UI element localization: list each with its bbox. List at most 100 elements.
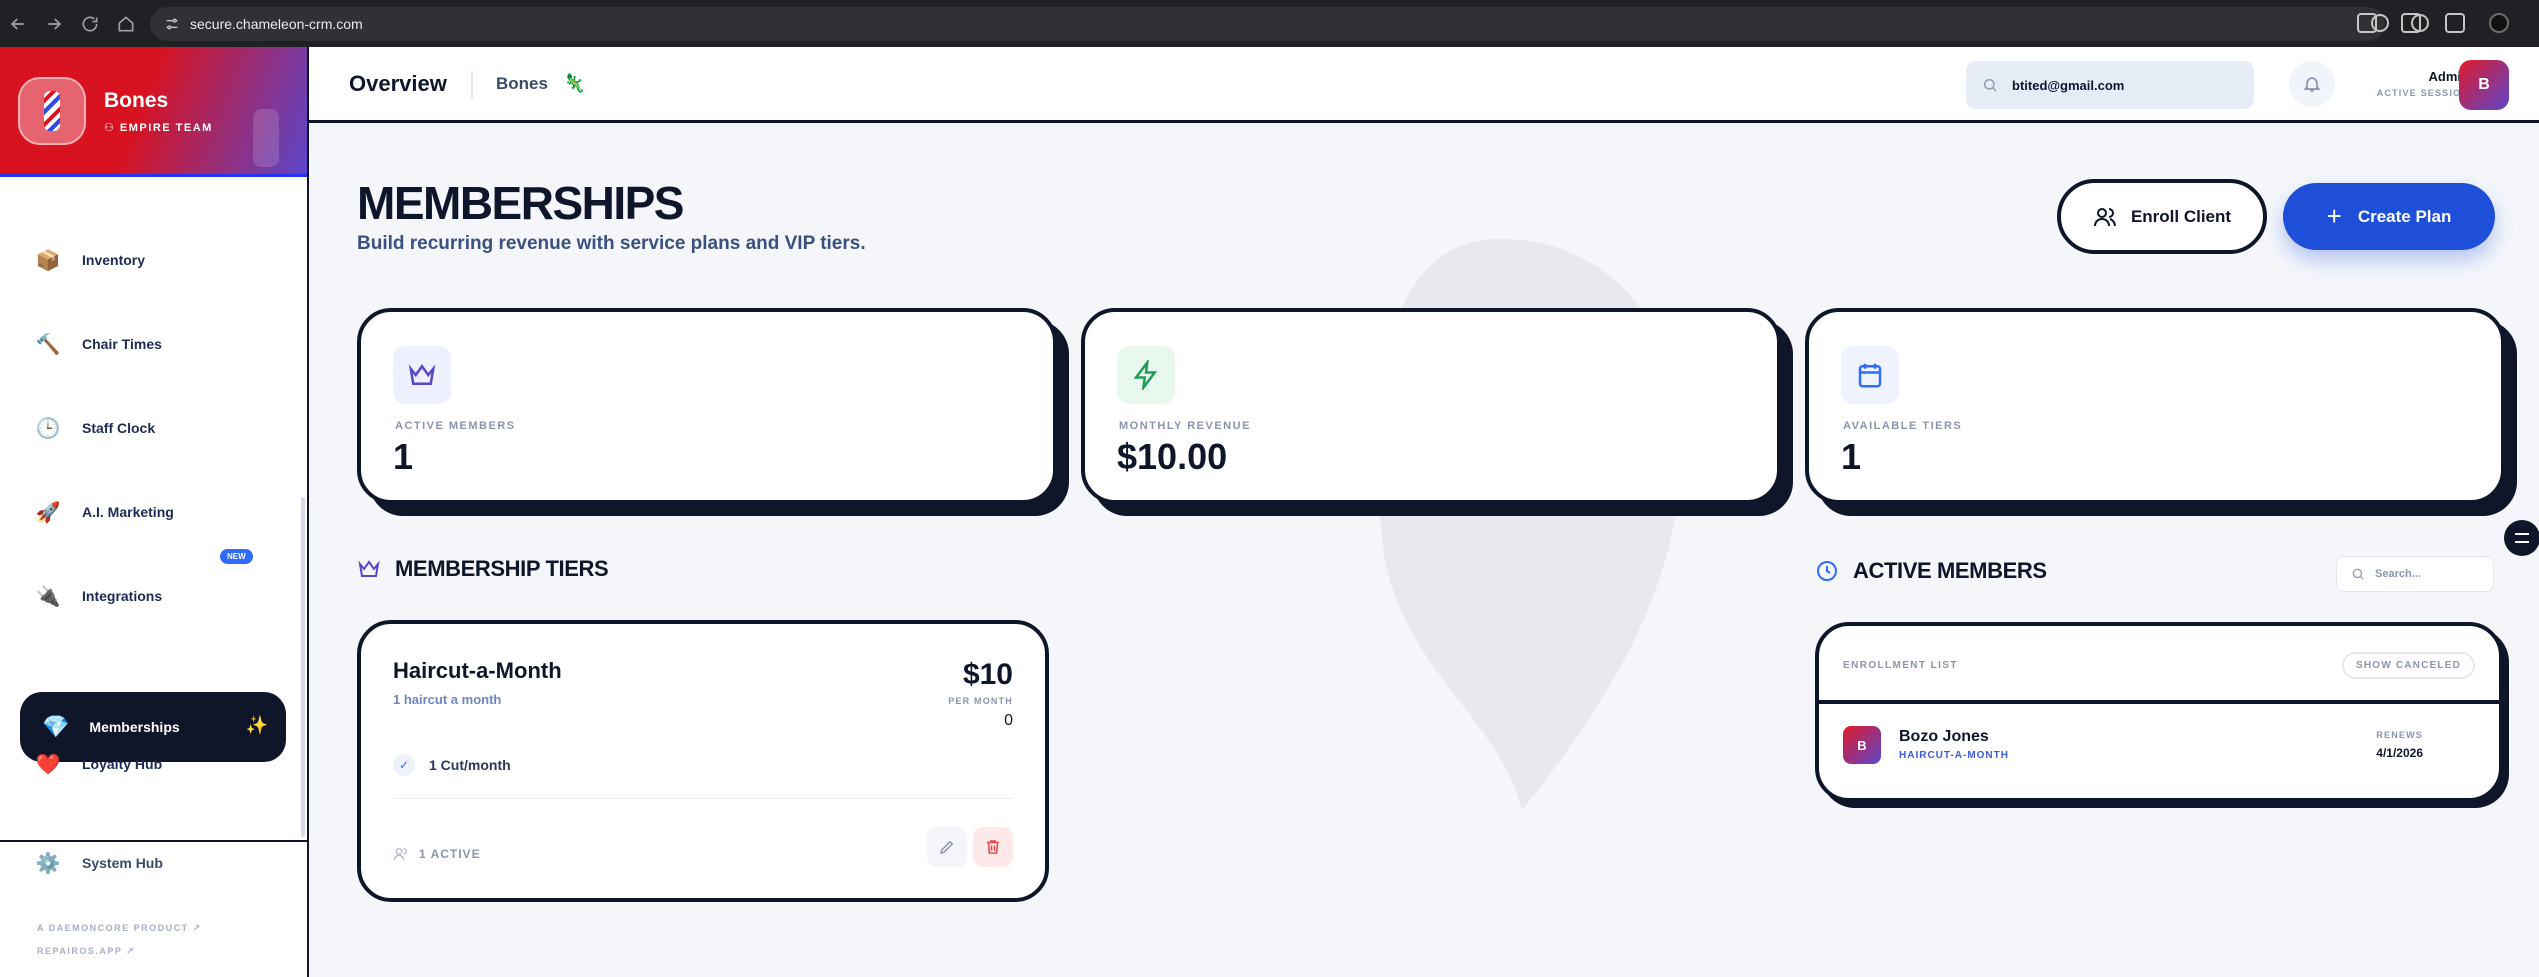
footer-product-link[interactable]: A DAEMONCORE PRODUCT ↗ [37,923,202,934]
stat-icon-box [393,346,451,404]
top-header: Overview Bones 🦎 btited@gmail.com Admin … [309,47,2539,123]
section-title: ACTIVE MEMBERS [1853,558,2047,583]
show-canceled-button[interactable]: SHOW CANCELED [2341,652,2475,679]
extensions-icon[interactable] [2357,13,2377,33]
create-plan-label: Create Plan [2357,206,2452,226]
delete-tier-button[interactable] [973,827,1013,867]
brand-header[interactable]: Bones ⚇ EMPIRE TEAM [0,47,307,177]
sidebar-item-ai-marketing[interactable]: 🚀 A.I. Marketing [34,494,174,530]
tier-active-count: 1 ACTIVE [393,846,481,862]
cast-icon[interactable] [2401,13,2421,33]
enrollment-list-card: ENROLLMENT LIST SHOW CANCELED B Bozo Jon… [1815,622,2503,802]
feature-label: 1 Cut/month [429,757,511,773]
bell-icon [2303,77,2321,92]
user-info: Admin ACTIVE SESSION [2349,69,2469,98]
users-icon [393,848,407,861]
search-icon [2352,568,2364,580]
clock-icon [1817,561,1837,581]
tier-name: Haircut-a-Month [393,658,562,683]
check-icon: ✓ [393,754,415,776]
stat-icon-box [1841,346,1899,404]
package-icon: 📦 [35,249,61,272]
renews-label: RENEWS [2376,730,2423,740]
active-count-label: 1 ACTIVE [419,847,481,861]
home-icon[interactable] [116,14,136,34]
floating-menu-button[interactable] [2504,520,2539,556]
enrollment-list-title: ENROLLMENT LIST [1843,660,1958,671]
tier-period: PER MONTH [948,696,1013,706]
tier-card[interactable]: Haircut-a-Month 1 haircut a month $10 PE… [357,620,1049,902]
stat-label: ACTIVE MEMBERS [395,420,516,432]
plug-icon: 🔌 [35,585,61,608]
tier-extra-value: 0 [1004,712,1013,729]
sidebar-item-chair-times[interactable]: 🔨 Chair Times [34,326,162,362]
sidebar-item-label: Loyalty Hub [82,756,163,772]
main-content: MEMBERSHIPS Build recurring revenue with… [309,126,2539,977]
search-input[interactable]: btited@gmail.com [1966,61,2254,109]
rocket-icon: 🚀 [35,501,61,524]
list-icon [2515,533,2529,543]
member-plan: HAIRCUT-A-MONTH [1899,750,2009,761]
users-icon [2093,207,2116,226]
sidebar-item-staff-clock[interactable]: 🕒 Staff Clock [34,410,156,446]
sidebar-item-loyalty-hub[interactable]: ❤️ Loyalty Hub [34,746,163,782]
notifications-button[interactable] [2289,61,2335,107]
user-status: ACTIVE SESSION [2376,88,2469,98]
shop-name: Bones [496,74,548,93]
stat-card-available-tiers: AVAILABLE TIERS 1 [1805,308,2505,504]
enrollment-list-header: ENROLLMENT LIST SHOW CANCELED [1819,626,2499,704]
forward-icon[interactable] [44,14,64,34]
page-title-overview[interactable]: Overview [349,71,447,97]
search-icon [1984,79,1997,92]
sidebar-item-inventory[interactable]: 📦 Inventory [34,242,145,278]
sidebar-item-label: A.I. Marketing [82,504,174,520]
stat-card-active-members: ACTIVE MEMBERS 1 [357,308,1057,504]
avatar[interactable]: B [2459,60,2509,110]
sidebar-item-label: System Hub [82,855,163,871]
enroll-client-button[interactable]: Enroll Client [2057,179,2267,254]
stat-value: $10.00 [1117,436,1228,477]
active-members-heading: ACTIVE MEMBERS [1815,558,2047,584]
stat-card-monthly-revenue: MONTHLY REVENUE $10.00 [1081,308,1781,504]
back-icon[interactable] [8,14,28,34]
sidebar: Bones ⚇ EMPIRE TEAM 📦 Inventory 🔨 Chair … [0,47,309,977]
footer-site-link[interactable]: REPAIROS.APP ↗ [37,946,135,957]
page-subheading: Build recurring revenue with service pla… [357,233,866,254]
gem-icon: 💎 [42,714,70,739]
brand-team: ⚇ EMPIRE TEAM [104,122,213,134]
edit-tier-button[interactable] [927,827,967,867]
list-item[interactable]: B Bozo Jones HAIRCUT-A-MONTH RENEWS 4/1/… [1819,704,2499,794]
brand-name: Bones [104,89,169,112]
member-name: Bozo Jones [1899,728,1989,745]
stat-label: MONTHLY REVENUE [1119,420,1251,432]
tier-description: 1 haircut a month [393,692,502,707]
hammer-icon: 🔨 [35,333,61,356]
search-placeholder: Search... [2375,568,2421,580]
profile-avatar-icon[interactable] [2489,13,2509,33]
tier-feature: ✓ 1 Cut/month [393,754,511,776]
url-text: secure.chameleon-crm.com [190,15,363,32]
sidebar-item-label: Integrations [82,588,163,604]
header-divider [471,71,473,99]
user-name: Admin [2428,69,2469,84]
gear-icon: ⚙️ [35,852,61,875]
sidebar-item-label: Chair Times [82,336,162,352]
download-icon[interactable] [2445,13,2465,33]
site-info-icon[interactable] [164,16,180,32]
sparkle-icon: ✨ [245,715,268,735]
sidebar-item-label: Inventory [82,252,146,268]
crown-icon [408,364,436,385]
pencil-icon [939,840,954,855]
clock-icon: 🕒 [35,417,61,440]
sidebar-scrollbar[interactable] [301,497,305,837]
create-plan-button[interactable]: + Create Plan [2283,183,2495,250]
membership-tiers-heading: MEMBERSHIP TIERS [357,556,609,582]
sidebar-item-integrations[interactable]: 🔌 Integrations [34,578,163,614]
barber-pole-logo [18,77,86,145]
sidebar-item-system-hub[interactable]: ⚙️ System Hub [34,845,163,881]
member-search-input[interactable]: Search... [2336,556,2494,592]
lightning-icon [1133,360,1158,390]
sidebar-item-label: Staff Clock [82,420,156,436]
address-bar[interactable]: secure.chameleon-crm.com [150,6,2385,41]
reload-icon[interactable] [80,14,100,34]
